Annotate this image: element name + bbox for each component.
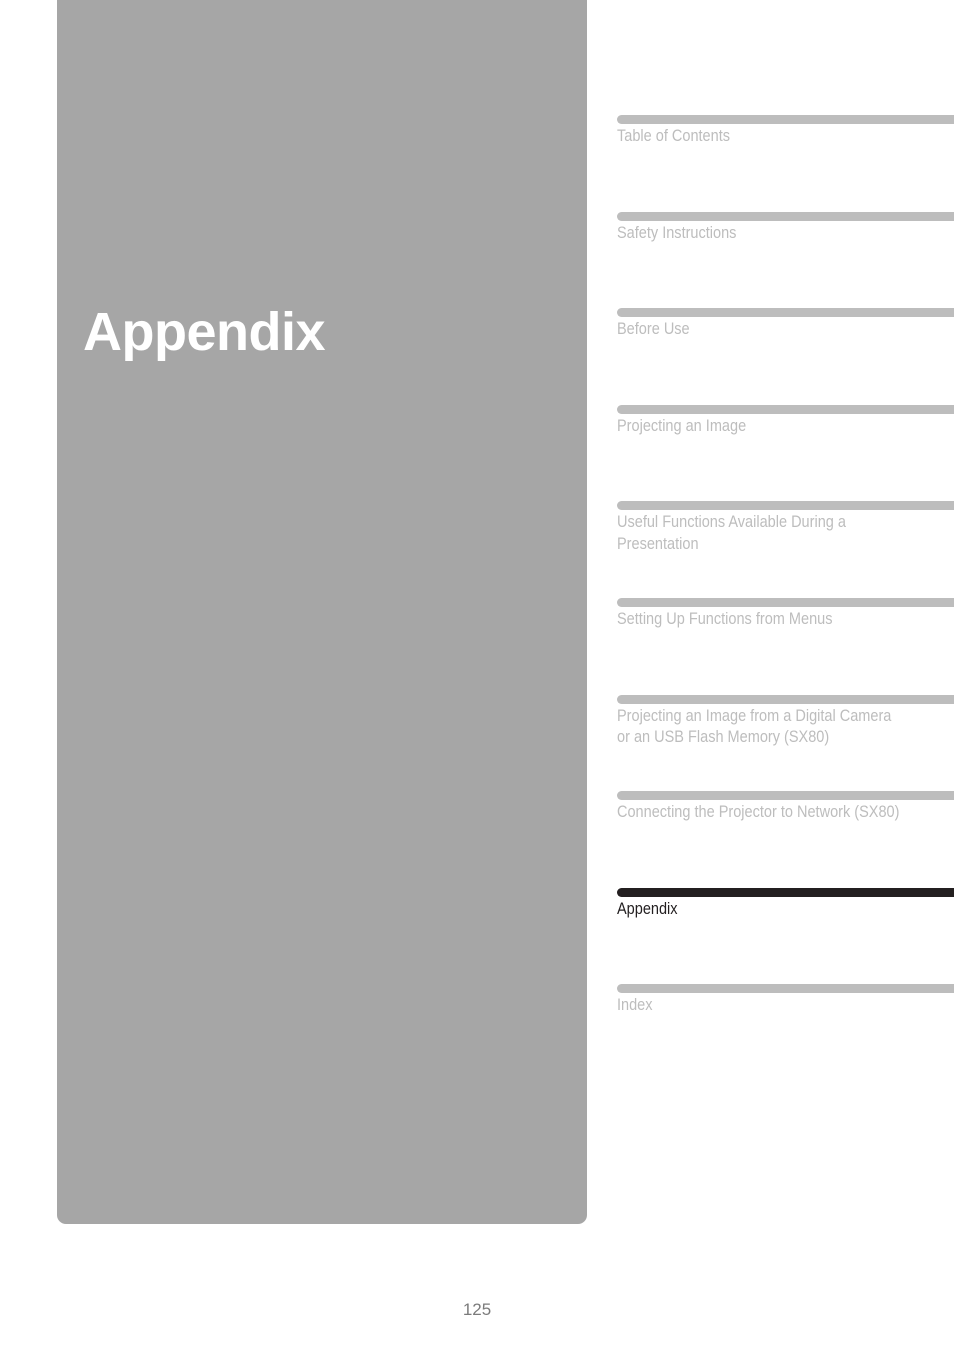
chapter-index-label: Table of Contents (617, 127, 731, 145)
page-title: Appendix (83, 302, 326, 362)
chapter-index-label: Setting Up Functions from Menus (617, 609, 833, 628)
chapter-index-item-projecting-from-camera-usb[interactable]: Projecting an Image from a Digital Camer… (617, 694, 954, 792)
chapter-index-bar-active (617, 887, 954, 897)
chapter-index-item-table-of-contents[interactable]: Table of Contents (617, 115, 954, 212)
chapter-index-label: Index (617, 996, 653, 1015)
chapter-index-list: Table of Contents Safety Instructions Be… (617, 115, 954, 1081)
chapter-index-bar (617, 694, 954, 704)
chapter-index-item-useful-functions[interactable]: Useful Functions Available During a Pres… (617, 501, 954, 598)
chapter-index-bar (617, 211, 954, 221)
chapter-index-item-safety-instructions[interactable]: Safety Instructions (617, 211, 954, 309)
chapter-index-bar (617, 501, 954, 511)
document-page: Appendix Table of Contents Safety Instru… (0, 0, 954, 1352)
chapter-index-bar (617, 791, 954, 801)
chapter-index-bar (617, 115, 954, 124)
chapter-index-item-appendix[interactable]: Appendix (617, 887, 954, 985)
chapter-index-item-setting-up-functions[interactable]: Setting Up Functions from Menus (617, 597, 954, 695)
chapter-index-label: Safety Instructions (617, 223, 737, 242)
chapter-index-item-before-use[interactable]: Before Use (617, 308, 954, 405)
chapter-index-item-connecting-to-network[interactable]: Connecting the Projector to Network (SX8… (617, 791, 954, 888)
chapter-index-bar (617, 308, 954, 318)
chapter-index-item-index[interactable]: Index (617, 984, 954, 1081)
chapter-index-label: Before Use (617, 320, 690, 339)
chapter-index-label: Projecting an Image (617, 416, 747, 435)
chapter-index-bar (617, 597, 954, 607)
chapter-divider-panel: Appendix (57, 0, 587, 1224)
chapter-index-label: Connecting the Projector to Network (SX8… (617, 803, 900, 822)
chapter-index-bar (617, 404, 954, 414)
chapter-index-label: Projecting an Image from a Digital Camer… (617, 706, 892, 747)
chapter-index-label: Useful Functions Available During a Pres… (617, 513, 846, 553)
chapter-index-bar (617, 984, 954, 994)
chapter-index-item-projecting-an-image[interactable]: Projecting an Image (617, 404, 954, 502)
chapter-index-label-active: Appendix (617, 899, 678, 918)
page-number: 125 (462, 1300, 492, 1319)
